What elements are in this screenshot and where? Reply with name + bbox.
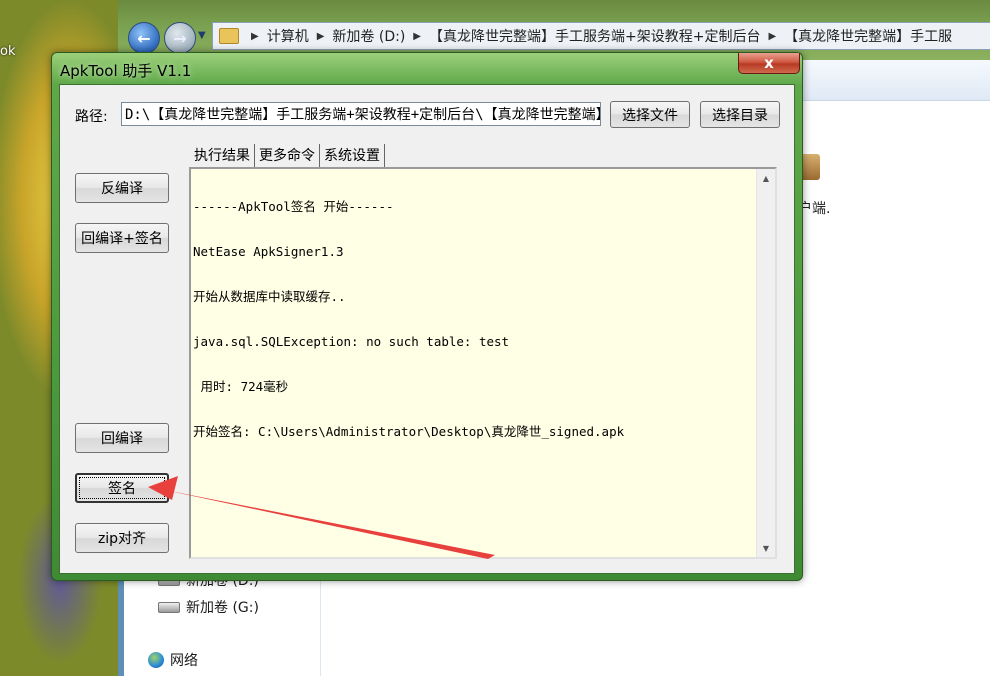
select-directory-button[interactable]: 选择目录 xyxy=(700,101,780,128)
log-line: java.sql.SQLException: no such table: te… xyxy=(193,334,510,349)
nav-item-label: 网络 xyxy=(170,653,198,669)
chevron-right-icon[interactable]: ▶ xyxy=(768,31,776,42)
sign-button[interactable]: 签名 xyxy=(75,473,169,503)
tab-system-settings[interactable]: 系统设置 xyxy=(320,144,385,167)
recompile-sign-button[interactable]: 回编译+签名 xyxy=(75,223,169,253)
back-button[interactable]: ← xyxy=(128,22,160,54)
chevron-right-icon[interactable]: ▶ xyxy=(413,31,421,42)
nav-item-network[interactable]: 网络 xyxy=(148,650,198,670)
breadcrumb-item[interactable]: 新加卷 (D:) xyxy=(332,26,405,46)
path-label: 路径: xyxy=(75,109,108,125)
scroll-down-icon[interactable]: ▼ xyxy=(757,539,775,557)
recompile-button[interactable]: 回编译 xyxy=(75,423,169,453)
chevron-right-icon[interactable]: ▶ xyxy=(251,31,259,42)
output-textarea[interactable]: ------ApkTool签名 开始------ NetEase ApkSign… xyxy=(189,167,777,559)
select-file-button[interactable]: 选择文件 xyxy=(610,101,690,128)
tab-more-commands[interactable]: 更多命令 xyxy=(255,144,320,167)
breadcrumb-item[interactable]: 【真龙降世完整端】手工服务端+架设教程+定制后台 xyxy=(429,26,760,46)
zipalign-button[interactable]: zip对齐 xyxy=(75,523,169,553)
chevron-right-icon[interactable]: ▶ xyxy=(317,31,325,42)
scroll-up-icon[interactable]: ▲ xyxy=(757,169,775,187)
folder-icon xyxy=(219,28,239,44)
log-line: 用时: 724毫秒 xyxy=(193,379,289,394)
dialog-title: ApkTool 助手 V1.1 xyxy=(60,62,192,80)
network-icon xyxy=(148,652,164,668)
drive-icon xyxy=(158,601,180,613)
breadcrumb-item[interactable]: 【真龙降世完整端】手工服 xyxy=(784,26,952,46)
history-dropdown-icon[interactable]: ▼ xyxy=(198,30,206,41)
dialog-client-area: 路径: D:\【真龙降世完整端】手工服务端+架设教程+定制后台\【真龙降世完整端… xyxy=(59,84,795,574)
tab-results[interactable]: 执行结果 xyxy=(190,144,255,167)
apktool-dialog: ApkTool 助手 V1.1 x 路径: D:\【真龙降世完整端】手工服务端+… xyxy=(51,52,803,581)
breadcrumb-item[interactable]: 计算机 xyxy=(267,26,309,46)
log-line: ------ApkTool签名 开始------ xyxy=(193,199,394,214)
log-line: 开始签名: C:\Users\Administrator\Desktop\真龙降… xyxy=(193,424,625,439)
path-input[interactable]: D:\【真龙降世完整端】手工服务端+架设教程+定制后台\【真龙降世完整端】手工服… xyxy=(121,102,601,126)
nav-item-label: 新加卷 (G:) xyxy=(186,600,259,616)
close-icon: x xyxy=(764,54,774,72)
vertical-scrollbar[interactable]: ▲ ▼ xyxy=(756,169,775,557)
close-button[interactable]: x xyxy=(738,53,800,74)
arrow-right-icon: → xyxy=(173,28,187,48)
log-line: 开始从数据库中读取缓存.. xyxy=(193,289,346,304)
address-bar[interactable]: ▶ 计算机 ▶ 新加卷 (D:) ▶ 【真龙降世完整端】手工服务端+架设教程+定… xyxy=(212,22,990,50)
forward-button[interactable]: → xyxy=(164,22,196,54)
output-log: ------ApkTool签名 开始------ NetEase ApkSign… xyxy=(193,169,753,469)
arrow-left-icon: ← xyxy=(137,28,151,48)
log-line: NetEase ApkSigner1.3 xyxy=(193,244,344,259)
desktop-icon-label: ok xyxy=(0,44,16,59)
decompile-button[interactable]: 反编译 xyxy=(75,173,169,203)
nav-item-drive-g[interactable]: 新加卷 (G:) xyxy=(158,597,259,617)
tab-bar: 执行结果 更多命令 系统设置 xyxy=(190,144,385,167)
